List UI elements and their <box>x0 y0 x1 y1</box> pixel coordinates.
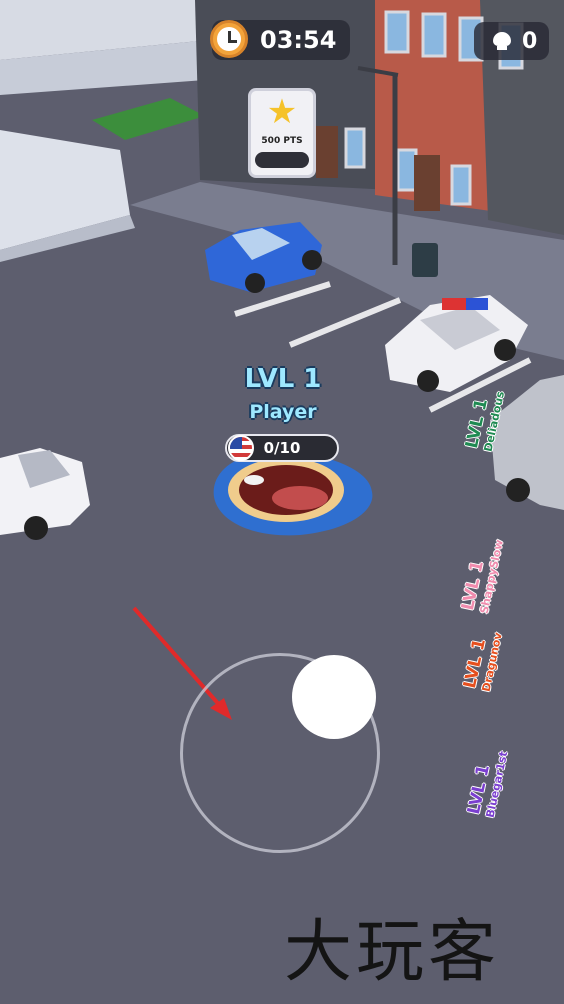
trash-can <box>412 243 438 277</box>
kill-counter: 0 <box>474 22 550 60</box>
timer-text: 03:54 <box>260 26 337 54</box>
clock-icon <box>210 20 248 58</box>
player-name: Player <box>249 401 317 423</box>
timer: 03:54 <box>210 20 351 60</box>
bonus-card: ★ 500 PTS <box>248 88 316 178</box>
bonus-progress-bar <box>255 152 309 168</box>
player-progress: 0/10 <box>225 434 339 462</box>
player-progress-text: 0/10 <box>263 439 301 457</box>
bonus-points-label: 500 PTS <box>261 136 303 146</box>
player-level: LVL 1 <box>244 364 322 394</box>
star-icon: ★ <box>266 92 298 132</box>
us-flag-icon <box>228 435 254 461</box>
skull-icon <box>492 32 512 50</box>
joystick-knob[interactable] <box>292 655 376 739</box>
kill-count: 0 <box>522 28 538 54</box>
watermark: 大玩客 <box>284 913 501 992</box>
